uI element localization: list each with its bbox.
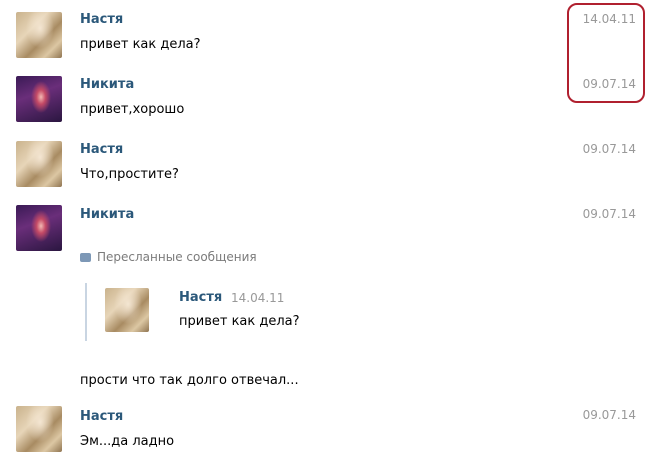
forwarded-author-name[interactable]: Настя	[179, 290, 222, 305]
author-name[interactable]: Настя	[80, 409, 123, 424]
forwarded-text: привет как дела?	[179, 314, 300, 329]
author-name[interactable]: Никита	[80, 77, 134, 92]
avatar[interactable]	[16, 406, 62, 452]
avatar[interactable]	[16, 141, 62, 187]
message-date[interactable]: 09.07.14	[583, 408, 636, 422]
author-name[interactable]: Никита	[80, 207, 134, 222]
avatar[interactable]	[16, 205, 62, 251]
forwarded-avatar[interactable]	[105, 288, 149, 332]
speech-bubble-icon	[80, 253, 91, 262]
message-text: привет,хорошо	[80, 102, 185, 117]
avatar[interactable]	[16, 12, 62, 58]
message-text: Эм...да ладно	[80, 434, 175, 449]
avatar[interactable]	[16, 76, 62, 122]
message-text: привет как дела?	[80, 37, 201, 52]
message-date[interactable]: 09.07.14	[583, 207, 636, 221]
message-text: прости что так долго отвечал...	[80, 373, 299, 388]
date-highlight-box	[567, 3, 645, 103]
message-text: Что,простите?	[80, 167, 179, 182]
forwarded-messages-label: Пересланные сообщения	[80, 250, 257, 264]
forwarded-date: 14.04.11	[231, 291, 285, 305]
forwarded-quote-bar	[85, 283, 87, 341]
forwarded-label-text: Пересланные сообщения	[97, 250, 257, 264]
author-name[interactable]: Настя	[80, 142, 123, 157]
message-date[interactable]: 09.07.14	[583, 142, 636, 156]
author-name[interactable]: Настя	[80, 12, 123, 27]
